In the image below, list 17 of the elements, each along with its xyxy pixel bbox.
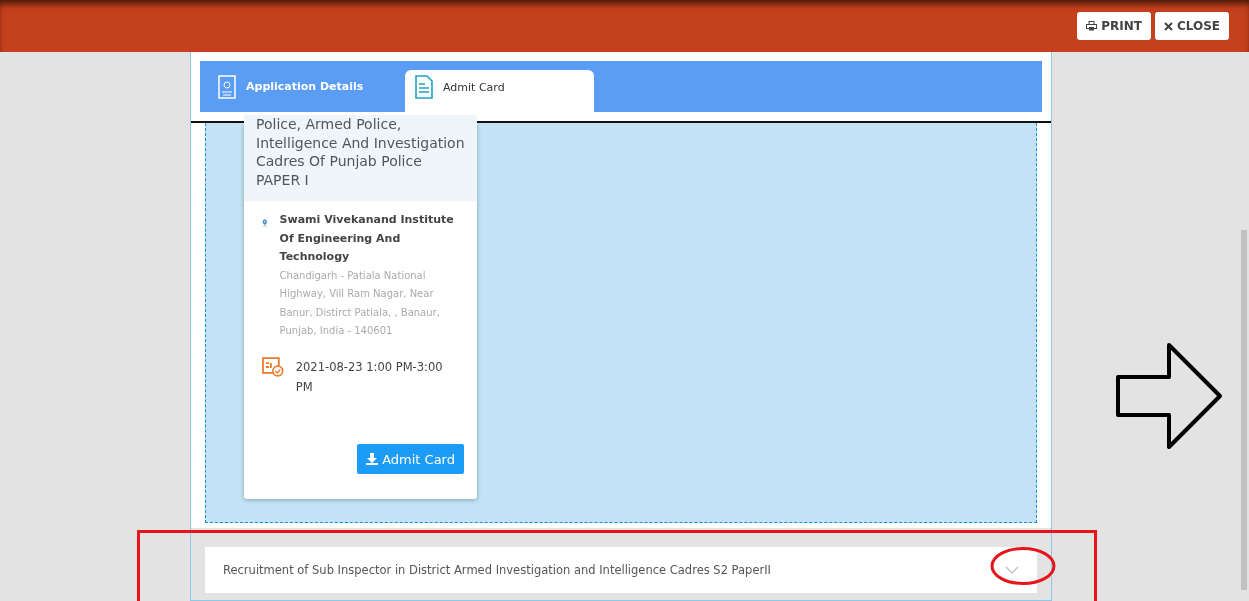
centre-name: Swami Vivekanand Institute Of Engineering And Technology xyxy=(279,212,455,265)
accordion-header[interactable]: Recruitment of Sub Inspector in District Armed Investigation and Intelligence Cadres S2 PaperII xyxy=(205,547,1037,593)
document-icon xyxy=(415,75,433,99)
scrollbar[interactable] xyxy=(1241,230,1247,590)
download-icon xyxy=(366,453,379,465)
accordion-title: Recruitment of Sub Inspector in District Armed Investigation and Intelligence Cadres S2 PaperII xyxy=(223,563,771,577)
print-button[interactable]: PRINT xyxy=(1077,12,1151,40)
close-icon xyxy=(1163,21,1173,31)
id-card-icon xyxy=(218,74,236,99)
tab[interactable]: Admit Card xyxy=(405,70,594,112)
calendar-check-icon xyxy=(262,356,284,377)
close-button[interactable]: CLOSE xyxy=(1154,12,1229,40)
centre-address: Chandigarh - Patiala National Highway, Vill Ram Nagar, Near Banur, Distirct Patiala, , Banaur, Punjab, India - 140601 xyxy=(279,268,441,338)
exam-title: Police, Armed Police, Intelligence And Investigation Cadres Of Punjab Police PAPER I xyxy=(244,115,477,201)
highlight-ellipse xyxy=(990,546,1056,586)
printer-icon xyxy=(1086,21,1098,31)
exam-schedule: 2021-08-23 1:00 PM-3:00 PM xyxy=(295,358,444,396)
